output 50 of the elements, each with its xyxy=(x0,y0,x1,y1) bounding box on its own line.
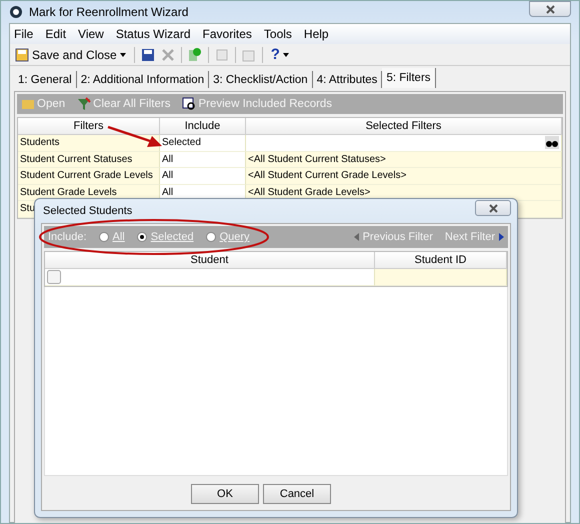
document-icon[interactable] xyxy=(214,48,229,62)
column-header: Filters xyxy=(18,118,160,135)
close-icon xyxy=(488,204,498,212)
table-cell: All xyxy=(160,168,246,184)
row-checkbox[interactable] xyxy=(47,270,61,284)
save-and-close-button[interactable]: Save and Close xyxy=(13,44,128,64)
funnel-icon xyxy=(77,97,92,111)
table-cell: Student Current Statuses xyxy=(18,152,160,168)
table-cell: All xyxy=(160,152,246,168)
menu-item[interactable]: Edit xyxy=(45,27,66,41)
save-icon xyxy=(15,48,29,62)
menu-item[interactable]: File xyxy=(14,27,34,41)
caret-icon xyxy=(120,52,126,56)
ok-button[interactable]: OK xyxy=(191,484,259,504)
right-arrow-icon xyxy=(499,233,504,241)
close-button[interactable] xyxy=(529,1,571,17)
close-button[interactable] xyxy=(475,200,511,216)
annotation-arrow xyxy=(108,126,162,147)
cancel-button[interactable]: Cancel xyxy=(263,484,331,504)
close-icon xyxy=(546,4,554,14)
folder-icon xyxy=(21,98,35,110)
include-label: Include: xyxy=(48,231,87,243)
table-cell: <All Student Current Grade Levels> xyxy=(246,168,562,184)
caret-icon xyxy=(282,52,289,56)
column-header: Include xyxy=(160,118,246,135)
column-header: Student ID xyxy=(375,252,507,269)
table-cell: <All Student Current Statuses> xyxy=(246,152,562,168)
tab[interactable]: 5: Filters xyxy=(382,68,436,88)
left-arrow-icon xyxy=(354,233,359,241)
binoculars-icon[interactable] xyxy=(545,136,559,150)
dialog-title: Selected Students xyxy=(43,205,132,217)
menu-item[interactable]: Tools xyxy=(264,27,292,41)
form-icon[interactable] xyxy=(242,48,256,62)
tab[interactable]: 3: Checklist/Action xyxy=(209,71,313,88)
column-header: Student xyxy=(45,252,375,269)
menu-item[interactable]: Favorites xyxy=(202,27,252,41)
help-button[interactable]: ? xyxy=(268,44,291,64)
window-title: Mark for Reenrollment Wizard xyxy=(29,5,188,19)
delete-icon[interactable] xyxy=(160,48,175,62)
app-icon xyxy=(9,5,23,19)
column-header: Selected Filters xyxy=(246,118,562,135)
magnifier-icon xyxy=(182,97,196,111)
tab[interactable]: 2: Additional Information xyxy=(76,71,210,88)
table-cell: Students xyxy=(18,135,160,152)
tab[interactable]: 1: General xyxy=(14,71,77,88)
table-cell: Student Current Grade Levels xyxy=(18,168,160,184)
table-cell: Selected xyxy=(160,135,246,152)
menu-item[interactable]: View xyxy=(78,27,104,41)
menu-item[interactable]: Help xyxy=(304,27,329,41)
menu-item[interactable]: Status Wizard xyxy=(116,27,191,41)
